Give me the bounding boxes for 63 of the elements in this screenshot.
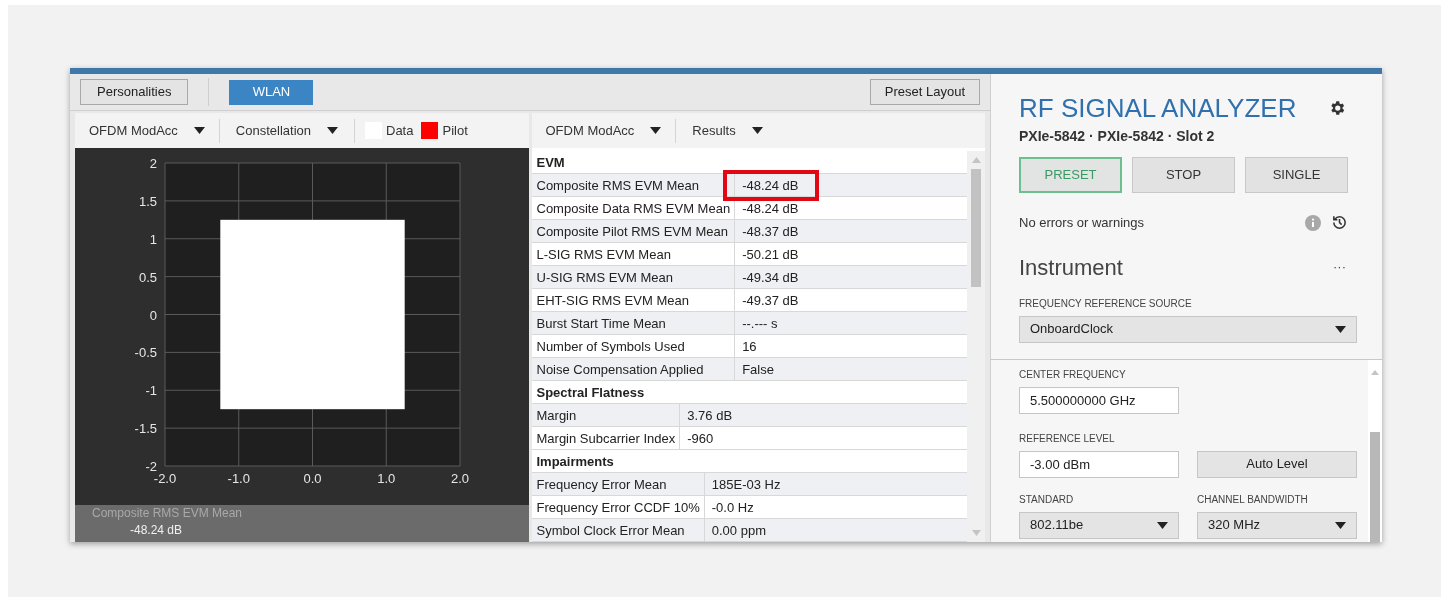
- preset-layout-button[interactable]: Preset Layout: [869, 79, 980, 105]
- status-text: No errors or warnings: [1019, 214, 1144, 232]
- personalities-button[interactable]: Personalities: [80, 79, 189, 105]
- y-tick-label: 1: [149, 231, 157, 247]
- table-cell: Noise Compensation Applied: [531, 358, 736, 381]
- y-tick-label: -1.5: [134, 421, 157, 437]
- readout-label: Composite RMS EVM Mean: [92, 505, 244, 522]
- field-label: REFERENCE LEVEL: [1019, 431, 1116, 446]
- field-label: CENTER FREQUENCY: [1019, 367, 1127, 382]
- input-field[interactable]: -3.00 dBm: [1019, 450, 1179, 478]
- control-button[interactable]: SINGLE: [1245, 157, 1348, 193]
- table-cell: L-SIG RMS EVM Mean: [531, 243, 736, 266]
- wlan-tab[interactable]: WLAN: [229, 79, 314, 105]
- y-tick-label: 2: [149, 156, 157, 171]
- dropdown[interactable]: OnboardClock: [1019, 315, 1357, 343]
- table-cell: EHT-SIG RMS EVM Mean: [531, 289, 736, 312]
- y-tick-label: 0.5: [138, 269, 157, 285]
- more-menu[interactable]: ···: [1333, 257, 1346, 277]
- table-cell: Number of Symbols Used: [531, 335, 736, 358]
- table-cell: False: [735, 358, 967, 381]
- table-cell: Margin: [531, 404, 681, 427]
- table-cell: Composite RMS EVM Mean: [531, 174, 736, 197]
- table-cell: 0.00 ppm: [704, 519, 967, 542]
- table-cell: -48.37 dB: [735, 220, 967, 243]
- table-cell: 185E-03 Hz: [704, 473, 967, 496]
- table-cell: Symbol Clock Error Mean: [531, 519, 705, 542]
- field-label: FREQUENCY REFERENCE SOURCE: [1019, 296, 1193, 311]
- x-tick-label: 0.0: [303, 471, 322, 486]
- y-tick-label: -0.5: [134, 345, 157, 361]
- legend-label: Data: [386, 121, 414, 140]
- device-subtitle: PXIe-5842 · PXIe-5842 · Slot 2: [1019, 127, 1216, 146]
- legend-label: Pilot: [442, 121, 468, 140]
- x-tick-label: 1.0: [377, 471, 396, 486]
- field-label: STANDARD: [1019, 492, 1075, 507]
- table-cell: --.--- s: [735, 312, 967, 335]
- dropdown[interactable]: OFDM ModAcc: [531, 113, 676, 148]
- y-tick-label: -2: [145, 459, 157, 474]
- y-tick-label: -1: [145, 383, 157, 399]
- table-cell: -49.34 dB: [735, 266, 967, 289]
- panel-title: RF SIGNAL ANALYZER: [1019, 92, 1297, 124]
- table-cell: Frequency Error CCDF 10%: [531, 496, 705, 519]
- readout-value: -48.24 dB: [129, 522, 184, 539]
- section-title: Instrument: [1019, 253, 1123, 282]
- auto-level-button[interactable]: Auto Level: [1197, 450, 1357, 478]
- table-cell: 3.76 dB: [680, 404, 967, 427]
- table-cell: Composite Pilot RMS EVM Mean: [531, 220, 736, 243]
- y-tick-label: 1.5: [138, 193, 157, 209]
- table-cell: Burst Start Time Mean: [531, 312, 736, 335]
- y-tick-label: 0: [149, 307, 157, 323]
- control-button[interactable]: STOP: [1132, 157, 1235, 193]
- table-cell: Frequency Error Mean: [531, 473, 705, 496]
- x-tick-label: -1.0: [227, 471, 250, 486]
- dropdown[interactable]: Results: [676, 113, 779, 148]
- dropdown[interactable]: OFDM ModAcc: [75, 113, 219, 148]
- field-label: CHANNEL BANDWIDTH: [1197, 492, 1309, 507]
- x-tick-label: -2.0: [153, 471, 177, 486]
- dropdown[interactable]: Constellation: [219, 113, 354, 148]
- dropdown[interactable]: 802.11be: [1019, 511, 1179, 539]
- table-cell: Margin Subcarrier Index: [531, 427, 681, 450]
- dropdown[interactable]: 320 MHz: [1197, 511, 1357, 539]
- x-tick-label: 2.0: [450, 471, 470, 486]
- table-cell: U-SIG RMS EVM Mean: [531, 266, 736, 289]
- input-field[interactable]: 5.500000000 GHz: [1019, 386, 1179, 414]
